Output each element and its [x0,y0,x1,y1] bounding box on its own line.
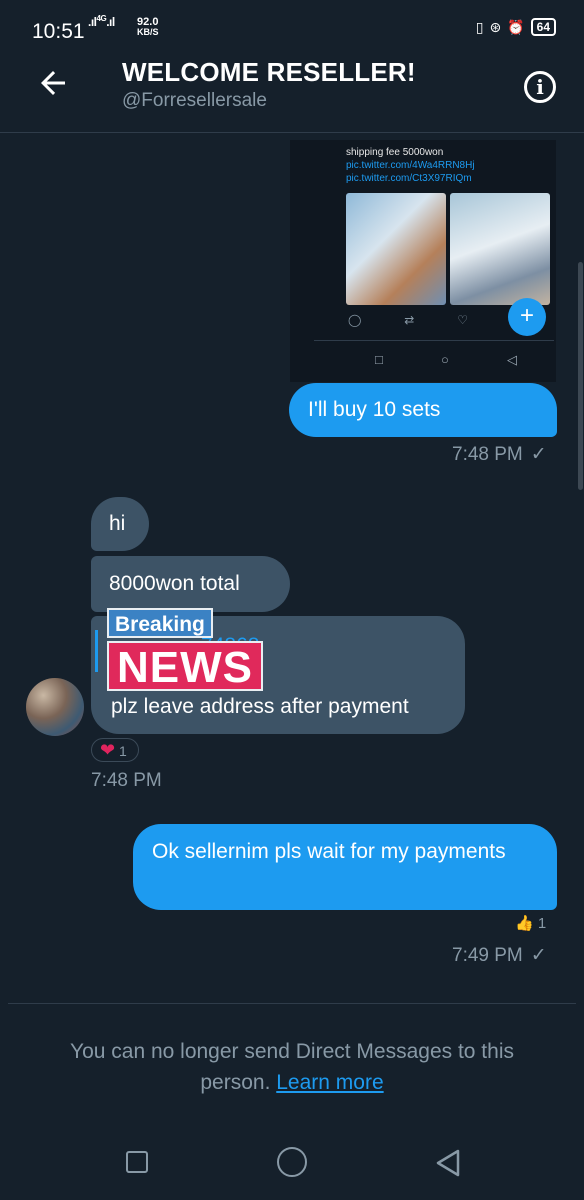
avatar[interactable] [26,678,84,736]
divider [8,1003,576,1004]
square-icon: □ [375,352,383,367]
message-bubble-incoming[interactable]: 8000won total [91,556,290,612]
circle-icon: ○ [441,352,449,367]
back-button[interactable] [434,1148,462,1178]
scrollbar[interactable] [578,262,583,490]
attachment-text: shipping fee 5000won pic.twitter.com/4Wa… [346,147,475,184]
photo-thumbnail [346,193,446,305]
retweet-icon: ⇄ [404,313,415,327]
back-arrow-icon[interactable] [35,65,71,101]
message-bubble-incoming[interactable]: hi [91,497,149,551]
message-bubble-outgoing[interactable]: I'll buy 10 sets [289,383,557,437]
message-text: plz leave address after payment [111,695,409,718]
conversation-title[interactable]: WELCOME RESELLER! [122,57,416,88]
lock-icon: ⊛ [489,18,502,35]
thumbs-up-icon: 👍 [515,915,534,932]
status-time: 10:51 [32,20,85,43]
reaction-badge[interactable]: ❤ 1 [91,738,139,762]
learn-more-link[interactable]: Learn more [276,1071,383,1094]
news-label: NEWS [107,641,263,692]
network-type: 4G [96,14,107,23]
reply-icon: ◯ [348,313,362,327]
checkmark-icon: ✓ [530,444,547,465]
info-icon[interactable]: i [524,71,556,103]
status-bar: 10:51 .ıl4G.ıl 92.0 KB/S ▯ ⊛ ⏰ 64 [0,0,584,60]
heart-icon: ❤ [100,740,116,760]
battery-icon: 64 [530,18,556,36]
compose-plus-icon: + [508,298,546,336]
network-speed: 92.0 KB/S [137,16,159,38]
status-icons: ▯ ⊛ ⏰ 64 [476,18,556,36]
message-timestamp: 7:48 PM ✓ [452,444,547,465]
attachment-links: pic.twitter.com/4Wa4RRN8Hj pic.twitter.c… [346,160,475,184]
breaking-label: Breaking [107,608,213,638]
home-button[interactable] [277,1147,307,1177]
message-timestamp: 7:49 PM ✓ [452,945,547,966]
conversation-header: WELCOME RESELLER! @Forresellersale i [0,55,584,133]
tweet-actions: ◯ ⇄ ♡ [348,313,468,327]
attachment-nav-icons: □ ○ ◁ [346,352,546,368]
signal-icon: .ıl4G.ıl [88,14,115,29]
attached-image[interactable]: shipping fee 5000won pic.twitter.com/4Wa… [290,140,556,382]
message-timestamp: 7:48 PM [91,770,162,791]
vibrate-icon: ▯ [475,18,484,35]
like-icon: ♡ [457,313,468,327]
checkmark-icon: ✓ [530,945,547,966]
message-bubble-outgoing[interactable]: Ok sellernim pls wait for my payments [133,824,557,910]
dm-disabled-notice: You can no longer send Direct Messages t… [70,1040,514,1094]
alarm-icon: ⏰ [507,18,525,35]
system-nav-bar [0,1130,584,1200]
triangle-back-icon: ◁ [506,352,517,367]
reaction-badge[interactable]: 👍 1 [515,914,546,932]
conversation-handle[interactable]: @Forresellersale [122,90,267,112]
recent-apps-button[interactable] [126,1151,148,1173]
photo-thumbnail [450,193,550,305]
